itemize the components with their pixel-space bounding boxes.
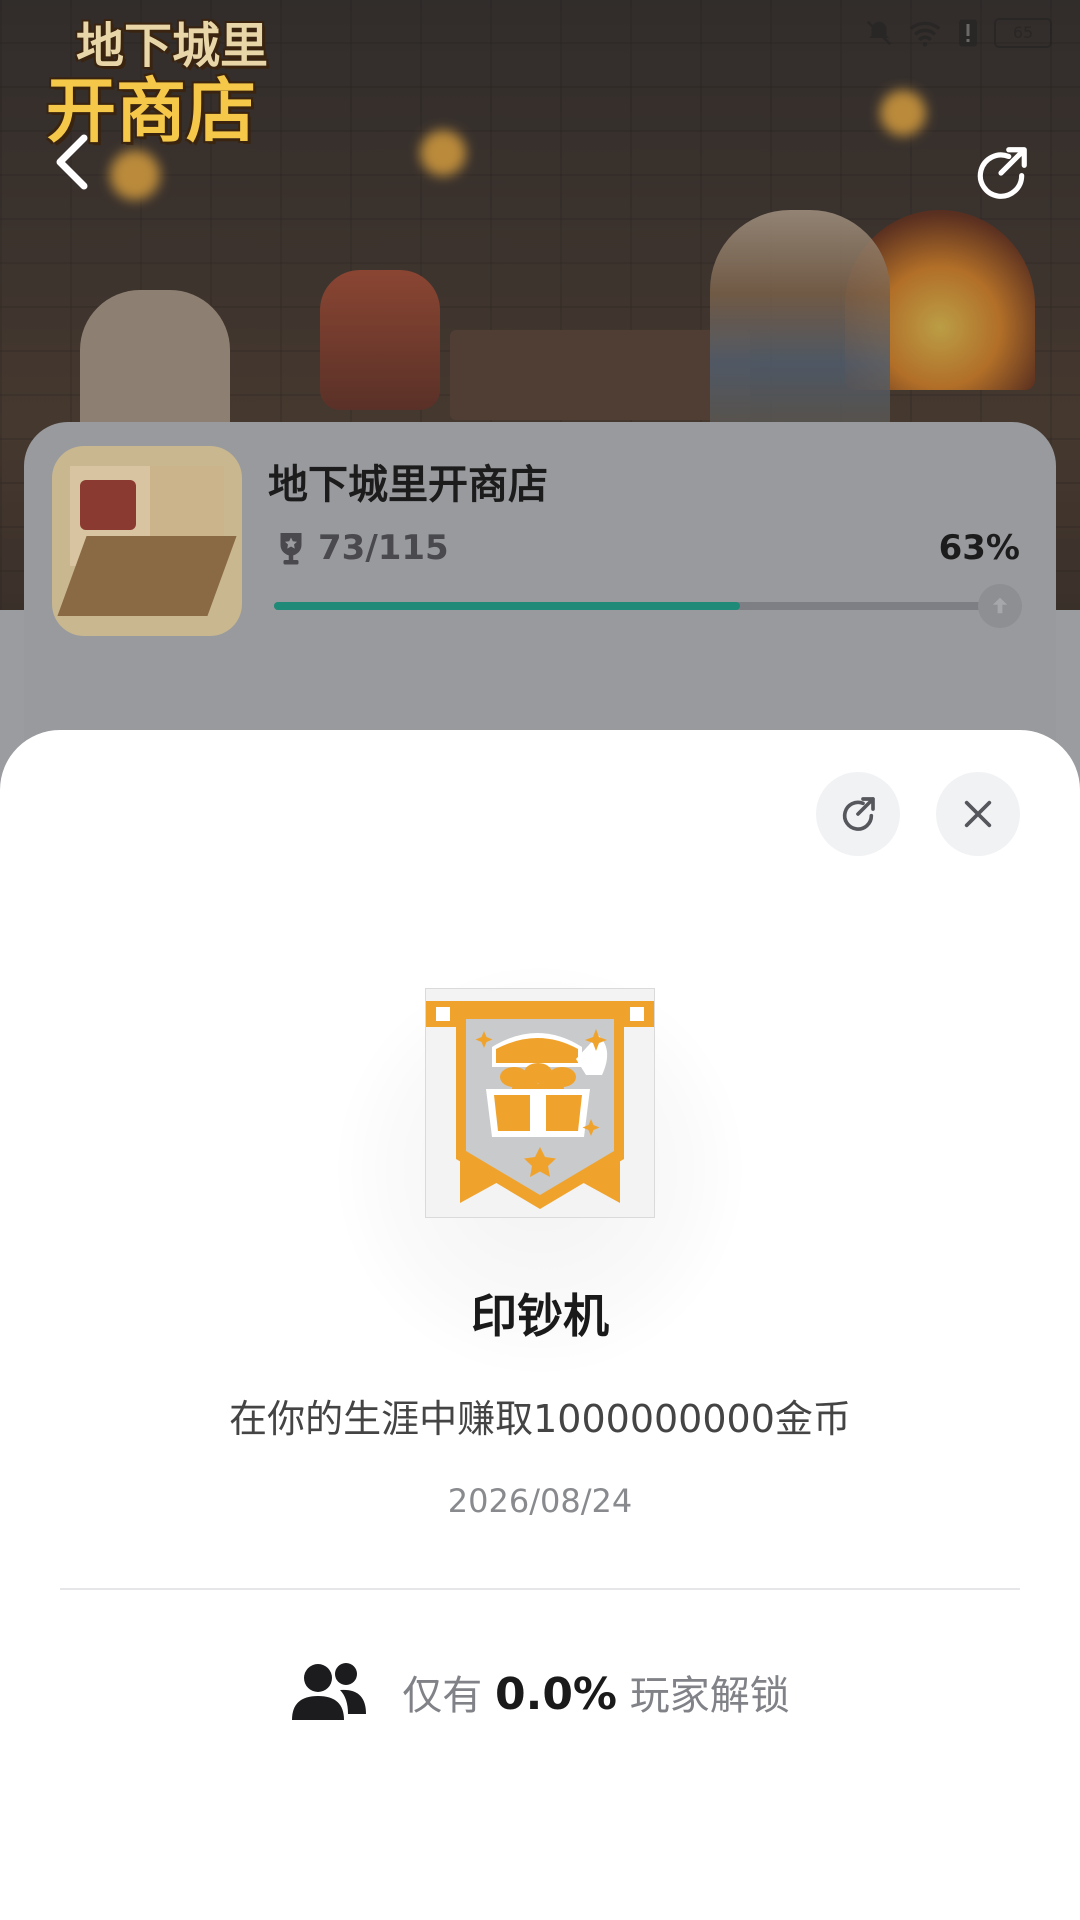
achievement-badge [425,988,655,1218]
trophy-count: 73/115 [318,528,449,568]
trophy-icon [280,533,302,565]
achievement-sheet: 印钞机 在你的生涯中赚取1000000000金币 2026/08/24 仅有 0… [0,730,1080,1920]
wifi-icon [909,21,941,47]
progress-percent: 63% [938,528,1020,568]
achievement-description: 在你的生涯中赚取1000000000金币 [229,1397,851,1441]
users-icon [292,1663,367,1720]
share-button-top[interactable] [966,138,1036,208]
alert-icon [959,19,977,47]
achievement-title: 印钞机 [471,1289,609,1343]
unlock-text: 仅有 0.0% 玩家解锁 [402,1663,789,1721]
trophy-badge-icon [992,597,1008,614]
treasure-chest-icon [426,1001,654,1209]
share-icon [977,147,1027,199]
close-button[interactable] [936,772,1020,856]
back-button[interactable] [40,130,104,194]
progress-endpoint [978,584,1022,628]
game-thumbnail [52,446,242,636]
unlock-stats: 仅有 0.0% 玩家解锁 [0,1660,1080,1724]
chevron-left-icon [56,134,88,190]
progress-fill [274,602,741,610]
close-icon [964,800,992,828]
share-button[interactable] [816,772,900,856]
battery-indicator: 65 [994,18,1052,48]
progress-bar [274,584,1022,628]
screen: 地下城里 开商店 65 地下城里开商店 73/115 63% 印钞机 在你的生涯… [0,0,1080,1920]
share-icon [842,797,875,831]
game-title: 地下城里开商店 [268,462,548,508]
divider [60,1588,1020,1590]
unlock-percent: 0.0% [494,1669,618,1720]
achievement-date: 2026/08/24 [447,1482,633,1520]
status-bar: 65 [864,18,1052,48]
trophy-progress: 73/115 [276,528,449,568]
logo-line-1: 地下城里 [76,18,269,74]
unlock-suffix: 玩家解锁 [629,1673,790,1719]
bell-off-icon [866,20,892,46]
unlock-prefix: 仅有 [402,1673,483,1719]
